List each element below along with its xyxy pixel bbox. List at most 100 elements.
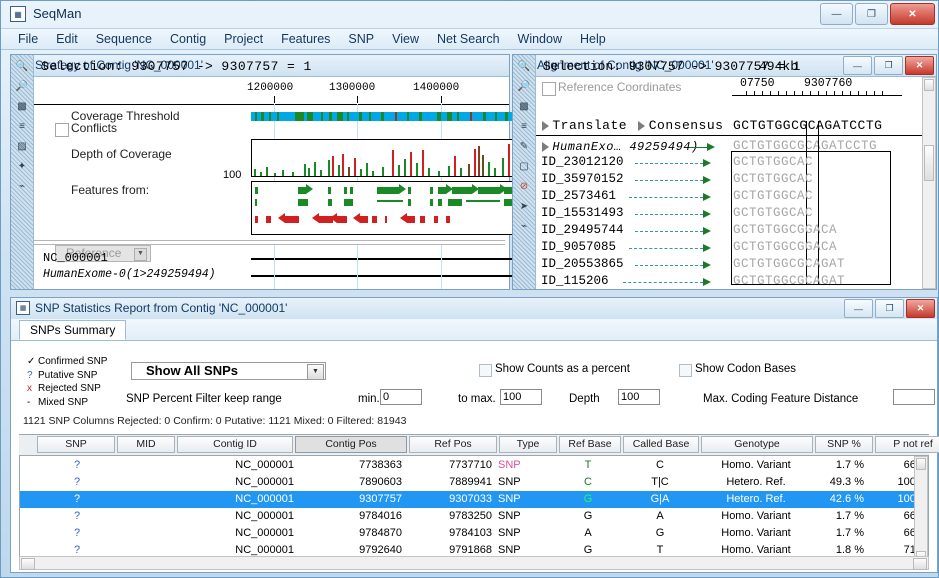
min-input[interactable]: 0 <box>380 389 422 405</box>
coding-distance-input[interactable] <box>893 389 935 405</box>
ruler-icon[interactable]: ≡ <box>14 118 31 135</box>
cell-genotype: Homo. Variant <box>721 510 791 522</box>
alignment-vertical-scrollbar[interactable] <box>922 77 936 289</box>
list-item[interactable]: ID_15531493 GCTGTGGCAC <box>541 206 931 223</box>
reference-read-row[interactable]: HumanExo… 49259494) <box>542 139 699 154</box>
table-row[interactable]: ? NC_000001 7890603 7889941 SNP C T|C He… <box>20 474 928 491</box>
ruler-label-2: 1300000 <box>329 82 376 94</box>
cell-type: SNP <box>498 476 521 488</box>
snp-filter-value: Show All SNPs <box>146 363 238 378</box>
menu-item-snp[interactable]: SNP <box>339 30 383 48</box>
zoom-in-icon[interactable]: 🔍 <box>14 58 31 75</box>
menu-item-file[interactable]: File <box>9 30 47 48</box>
strategy-icon[interactable]: ⌁ <box>14 178 31 195</box>
list-item[interactable]: ID_29495744 GCTGTGGCGGACA <box>541 223 931 240</box>
column-header-snp[interactable]: SNP <box>37 436 115 453</box>
menu-item-features[interactable]: Features <box>272 30 339 48</box>
menu-item-project[interactable]: Project <box>215 30 272 48</box>
min-label: min. <box>358 393 380 405</box>
cell-genotype: Homo. Variant <box>721 527 791 539</box>
menu-item-help[interactable]: Help <box>571 30 615 48</box>
menu-item-net-search[interactable]: Net Search <box>428 30 509 48</box>
max-input[interactable]: 100 <box>500 389 542 405</box>
column-header-ref-base[interactable]: Ref Base <box>559 436 621 453</box>
snp-close-button[interactable]: ✕ <box>906 299 935 318</box>
zoom-out-icon[interactable]: 🔎 <box>14 78 31 95</box>
zoom-in-icon[interactable]: 🔍 <box>516 58 533 75</box>
cell-called-base: G|A <box>650 493 670 505</box>
list-item[interactable]: ID_115206 GCTGTGGCGCAGAT <box>541 274 931 291</box>
maximize-button[interactable]: ❐ <box>855 3 888 25</box>
list-item[interactable]: ID_20553865 GCTGTGGCGCAGAT <box>541 257 931 274</box>
list-item[interactable]: ID_2573461 GCTGTGGCAC <box>541 189 931 206</box>
column-header-called-base[interactable]: Called Base <box>623 436 699 453</box>
snp-minimize-button[interactable]: — <box>844 299 873 318</box>
triangle-right-icon <box>542 120 549 131</box>
minimize-button[interactable]: — <box>820 3 853 25</box>
grid-body: ? NC_000001 7738363 7737710 SNP T C Homo… <box>19 456 929 566</box>
palette-icon[interactable]: ▨ <box>14 138 31 155</box>
cell-genotype: Homo. Variant <box>721 459 791 471</box>
snp-horizontal-scrollbar[interactable] <box>19 556 929 570</box>
snp-vertical-scrollbar[interactable] <box>914 456 928 565</box>
alignment-close-button[interactable]: ✕ <box>905 56 934 75</box>
table-row[interactable]: ? NC_000001 7738363 7737710 SNP T C Homo… <box>20 457 928 474</box>
list-item[interactable]: ID_9057085 GCTGTGGCGGACA <box>541 240 931 257</box>
strategy-window: ▦ Strategy of Contig 'NC_000001' 🔍 🔎 ▩ ≡… <box>10 54 515 290</box>
no-entry-icon[interactable]: ⊘ <box>516 178 533 195</box>
cell-contig-id: NC_000001 <box>235 476 294 488</box>
column-header-contig-id[interactable]: Contig ID <box>177 436 293 453</box>
column-header-genotype[interactable]: Genotype <box>701 436 813 453</box>
menu-item-contig[interactable]: Contig <box>161 30 215 48</box>
show-counts-percent-checkbox[interactable] <box>479 364 492 377</box>
strategy-contig-name: NC_000001 <box>43 251 108 265</box>
list-item[interactable]: ID_23012120 GCTGTGGCAC <box>541 155 931 172</box>
cell-snp: ? <box>73 544 81 556</box>
strategy-icon[interactable]: ⌁ <box>516 218 533 235</box>
snp-percent-filter-label: SNP Percent Filter keep range <box>126 393 282 405</box>
close-button[interactable]: ✕ <box>890 3 935 25</box>
select-icon[interactable]: ▩ <box>14 98 31 115</box>
menu-item-sequence[interactable]: Sequence <box>87 30 161 48</box>
alignment-maximize-button[interactable]: ❐ <box>874 56 903 75</box>
reference-coordinates-checkbox[interactable] <box>542 82 556 96</box>
pencil-icon[interactable]: ✎ <box>516 138 533 155</box>
zoom-out-icon[interactable]: 🔎 <box>516 78 533 95</box>
column-header-snp-percent[interactable]: SNP % <box>815 436 873 453</box>
column-header-ref-pos[interactable]: Ref Pos <box>409 436 497 453</box>
depth-input[interactable]: 100 <box>618 389 660 405</box>
block-icon[interactable]: ▢ <box>516 158 533 175</box>
legend-label: Mixed SNP <box>38 396 89 408</box>
cell-snp-percent: 1.7 % <box>835 510 864 522</box>
arrow-icon[interactable]: ➤ <box>516 198 533 215</box>
column-header-contig-pos[interactable]: Contig Pos <box>295 436 407 453</box>
table-row[interactable]: ? NC_000001 9784870 9784103 SNP A G Homo… <box>20 525 928 542</box>
snp-window-controls: — ❐ ✕ <box>844 299 935 318</box>
snp-filter-select[interactable]: Show All SNPs ▼ <box>131 362 326 380</box>
menu-item-edit[interactable]: Edit <box>47 30 87 48</box>
table-row[interactable]: ? NC_000001 9307757 9307033 SNP G G|A He… <box>20 491 928 508</box>
legend-label: Putative SNP <box>38 369 98 381</box>
menu-item-view[interactable]: View <box>383 30 428 48</box>
app-title: SeqMan <box>33 6 82 21</box>
cell-contig-pos: 9784870 <box>359 527 402 539</box>
table-row[interactable]: ? NC_000001 9784016 9783250 SNP G A Homo… <box>20 508 928 525</box>
column-header-type[interactable]: Type <box>499 436 557 453</box>
ruler-icon[interactable]: ≡ <box>516 118 533 135</box>
alignment-ruler-label-1: 07750 <box>740 77 775 90</box>
column-header-mid[interactable]: MID <box>117 436 175 453</box>
conflicts-checkbox[interactable] <box>55 123 69 137</box>
coding-distance-label: Max. Coding Feature Distance <box>703 393 859 405</box>
column-header-p-not-ref[interactable]: P not ref <box>875 436 939 453</box>
alignment-minimize-button[interactable]: — <box>843 56 872 75</box>
strategy-axis-line <box>34 104 509 105</box>
cell-contig-id: NC_000001 <box>235 493 294 505</box>
list-item[interactable]: ID_35970152 GCTGTGGCAC <box>541 172 931 189</box>
tab-snps-summary[interactable]: SNPs Summary <box>19 320 127 340</box>
translate-row[interactable]: Translate Consensus <box>542 118 723 133</box>
marker-icon[interactable]: ✦ <box>14 158 31 175</box>
menu-item-window[interactable]: Window <box>509 30 571 48</box>
show-codon-bases-checkbox[interactable] <box>679 364 692 377</box>
select-icon[interactable]: ▩ <box>516 98 533 115</box>
snp-maximize-button[interactable]: ❐ <box>875 299 904 318</box>
